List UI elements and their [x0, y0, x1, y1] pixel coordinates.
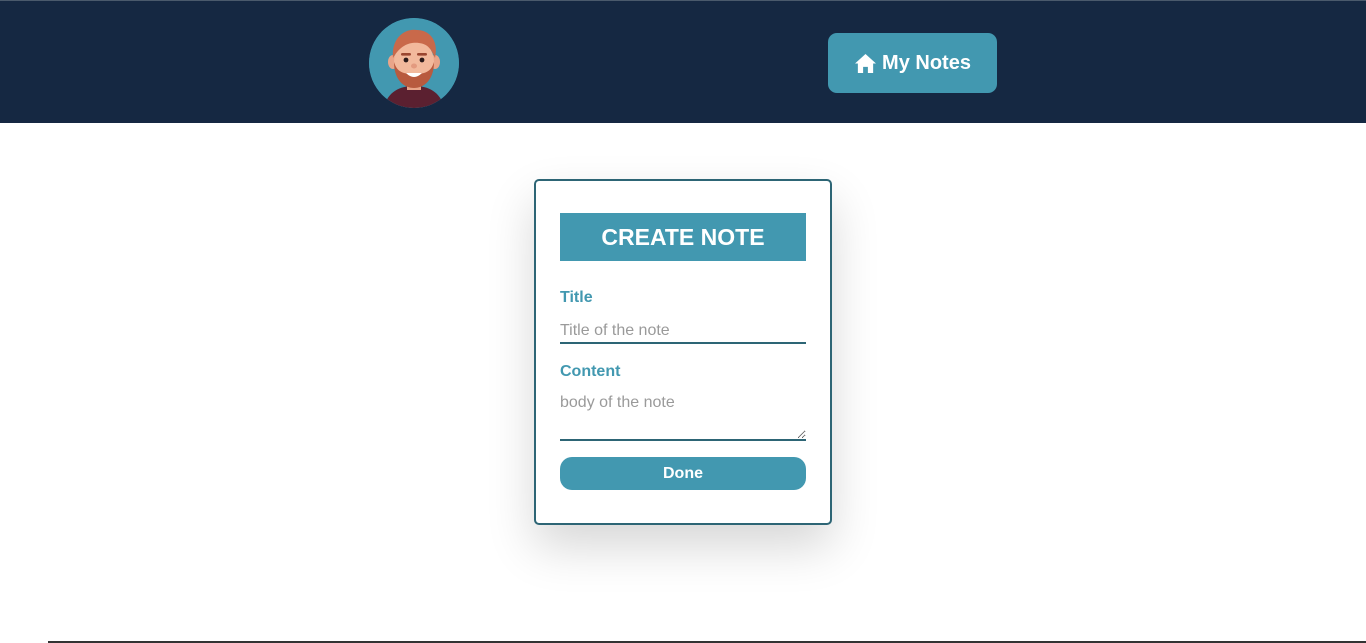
title-input[interactable]: [560, 319, 806, 344]
create-note-form: CREATE NOTE Title Content Done: [534, 179, 832, 525]
avatar[interactable]: [369, 18, 459, 108]
content-label: Content: [560, 363, 621, 380]
home-icon: [855, 53, 877, 73]
done-button[interactable]: Done: [560, 457, 806, 490]
my-notes-label: My Notes: [882, 51, 971, 74]
my-notes-button[interactable]: My Notes: [828, 33, 997, 93]
title-label: Title: [560, 289, 593, 306]
top-navigation-bar: My Notes: [0, 0, 1366, 123]
form-title: CREATE NOTE: [560, 213, 806, 261]
content-textarea[interactable]: [560, 391, 806, 441]
user-avatar-icon: [369, 18, 459, 108]
